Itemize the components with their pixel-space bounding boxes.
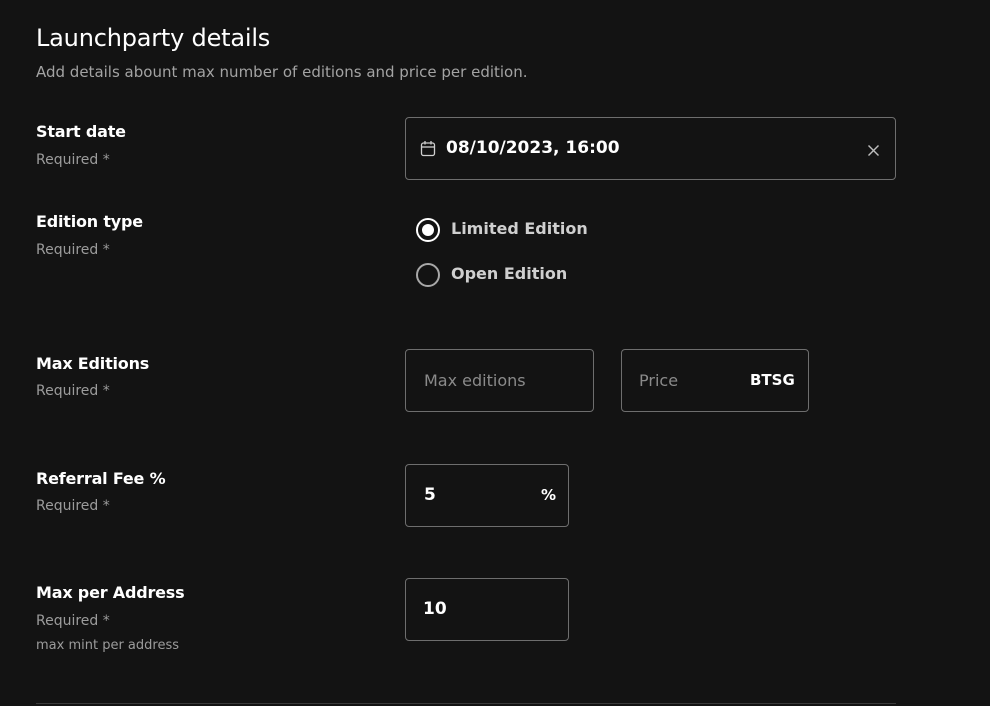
referral-fee-input[interactable]: 5 % (405, 464, 569, 527)
radio-option-open-edition[interactable]: Open Edition (416, 263, 616, 287)
edition-type-required: Required * (36, 242, 110, 258)
referral-fee-label: Referral Fee % (36, 469, 166, 488)
radio-unchecked-icon[interactable] (416, 263, 440, 287)
max-editions-input[interactable]: Max editions (405, 349, 594, 412)
max-per-address-value: 10 (423, 599, 447, 619)
max-editions-required: Required * (36, 383, 110, 399)
max-editions-label: Max Editions (36, 354, 150, 373)
price-currency: BTSG (750, 371, 795, 389)
start-date-field[interactable]: 08/10/2023, 16:00 (405, 117, 896, 180)
radio-label-limited-edition: Limited Edition (451, 219, 588, 238)
referral-fee-required: Required * (36, 498, 110, 514)
referral-fee-value: 5 (424, 485, 436, 505)
section-divider (36, 703, 896, 704)
price-placeholder: Price (639, 371, 679, 390)
start-date-value: 08/10/2023, 16:00 (446, 138, 620, 158)
radio-checked-icon[interactable] (416, 218, 440, 242)
start-date-required: Required * (36, 152, 110, 168)
max-per-address-required: Required * (36, 613, 110, 629)
page-title: Launchparty details (36, 24, 271, 52)
calendar-icon (420, 140, 436, 161)
start-date-label: Start date (36, 122, 126, 141)
price-input[interactable]: Price BTSG (621, 349, 809, 412)
edition-type-label: Edition type (36, 212, 143, 231)
max-per-address-input[interactable]: 10 (405, 578, 569, 641)
radio-option-limited-edition[interactable]: Limited Edition (416, 218, 616, 242)
max-per-address-label: Max per Address (36, 583, 185, 602)
max-per-address-hint: max mint per address (36, 638, 179, 653)
percent-suffix: % (541, 486, 557, 504)
page-subtitle: Add details abount max number of edition… (36, 63, 528, 81)
radio-label-open-edition: Open Edition (451, 264, 568, 283)
close-icon[interactable] (867, 142, 880, 161)
max-editions-placeholder: Max editions (424, 371, 526, 390)
